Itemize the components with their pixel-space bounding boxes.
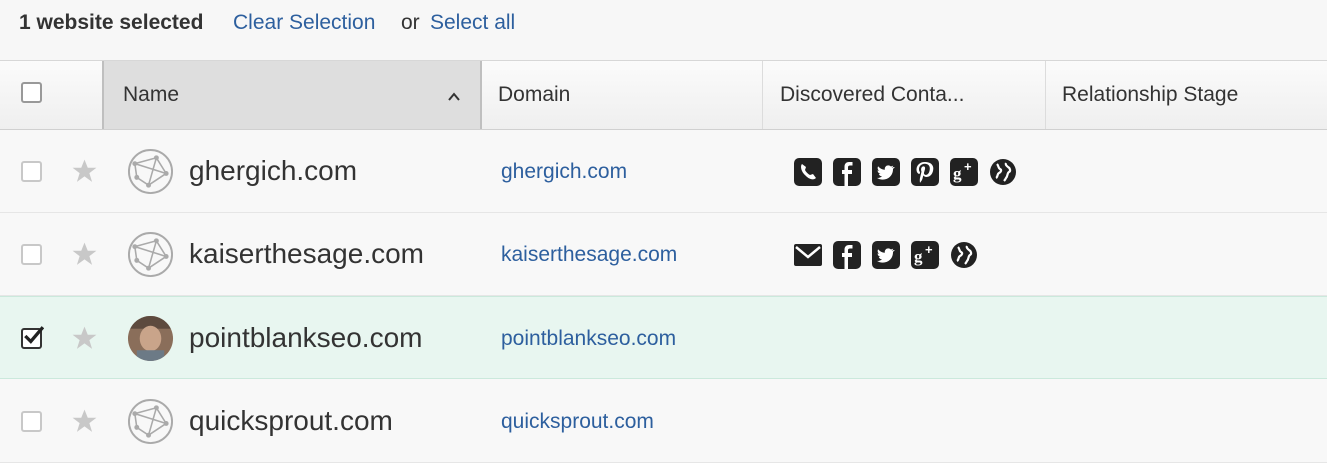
- column-header-contacts-label: Discovered Conta...: [780, 83, 965, 106]
- table-row[interactable]: kaiserthesage.com kaiserthesage.com g +: [0, 213, 1327, 296]
- pinterest-icon[interactable]: [911, 158, 939, 186]
- google-plus-icon[interactable]: g +: [911, 241, 939, 269]
- domain-link[interactable]: kaiserthesage.com: [501, 243, 677, 267]
- selection-count: 1 website selected: [19, 11, 204, 34]
- sort-ascending-icon: [448, 92, 460, 101]
- row-checkbox[interactable]: [21, 161, 42, 182]
- twitter-icon[interactable]: [872, 241, 900, 269]
- column-header-contacts[interactable]: Discovered Conta...: [763, 61, 1046, 129]
- row-checkbox[interactable]: [21, 244, 42, 265]
- domain-link[interactable]: ghergich.com: [501, 160, 627, 184]
- svg-text:+: +: [925, 242, 933, 257]
- table-row[interactable]: ghergich.com ghergich.com g +: [0, 130, 1327, 213]
- globe-icon: [127, 231, 174, 278]
- globe-icon: [127, 148, 174, 195]
- phone-icon[interactable]: [794, 158, 822, 186]
- website-icon[interactable]: [989, 158, 1017, 186]
- website-name[interactable]: pointblankseo.com: [189, 322, 422, 354]
- column-header-stage[interactable]: Relationship Stage: [1046, 61, 1327, 129]
- clear-selection-link[interactable]: Clear Selection: [233, 11, 375, 35]
- avatar: [127, 315, 174, 362]
- svg-text:+: +: [964, 159, 972, 174]
- header-checkbox-cell: [0, 61, 103, 129]
- svg-text:g: g: [914, 247, 923, 266]
- select-all-checkbox[interactable]: [21, 82, 42, 103]
- star-icon[interactable]: [71, 241, 98, 267]
- star-icon[interactable]: [71, 325, 98, 351]
- row-checkbox[interactable]: [21, 411, 42, 432]
- row-checkbox[interactable]: [21, 326, 44, 349]
- column-header-name[interactable]: Name: [102, 61, 482, 129]
- email-icon[interactable]: [794, 241, 822, 269]
- table-header: Name Domain Discovered Conta... Relation…: [0, 60, 1327, 130]
- column-header-domain[interactable]: Domain: [482, 61, 763, 129]
- star-icon[interactable]: [71, 158, 98, 184]
- selection-bar: 1 website selected Clear Selection or Se…: [0, 0, 1327, 60]
- table-row[interactable]: quicksprout.com quicksprout.com: [0, 380, 1327, 463]
- domain-link[interactable]: quicksprout.com: [501, 410, 654, 434]
- column-header-stage-label: Relationship Stage: [1062, 83, 1239, 106]
- checkmark-icon: [24, 326, 44, 344]
- facebook-icon[interactable]: [833, 241, 861, 269]
- select-all-link[interactable]: Select all: [430, 11, 515, 35]
- star-icon[interactable]: [71, 408, 98, 434]
- google-plus-icon[interactable]: g +: [950, 158, 978, 186]
- column-header-domain-label: Domain: [498, 83, 571, 106]
- or-text: or: [401, 11, 420, 34]
- svg-text:g: g: [953, 164, 962, 183]
- twitter-icon[interactable]: [872, 158, 900, 186]
- facebook-icon[interactable]: [833, 158, 861, 186]
- website-name[interactable]: ghergich.com: [189, 155, 357, 187]
- website-name[interactable]: quicksprout.com: [189, 405, 393, 437]
- table-row[interactable]: pointblankseo.com pointblankseo.com: [0, 296, 1327, 379]
- website-icon[interactable]: [950, 241, 978, 269]
- globe-icon: [127, 398, 174, 445]
- column-header-name-label: Name: [123, 83, 180, 106]
- domain-link[interactable]: pointblankseo.com: [501, 327, 676, 351]
- website-name[interactable]: kaiserthesage.com: [189, 238, 424, 270]
